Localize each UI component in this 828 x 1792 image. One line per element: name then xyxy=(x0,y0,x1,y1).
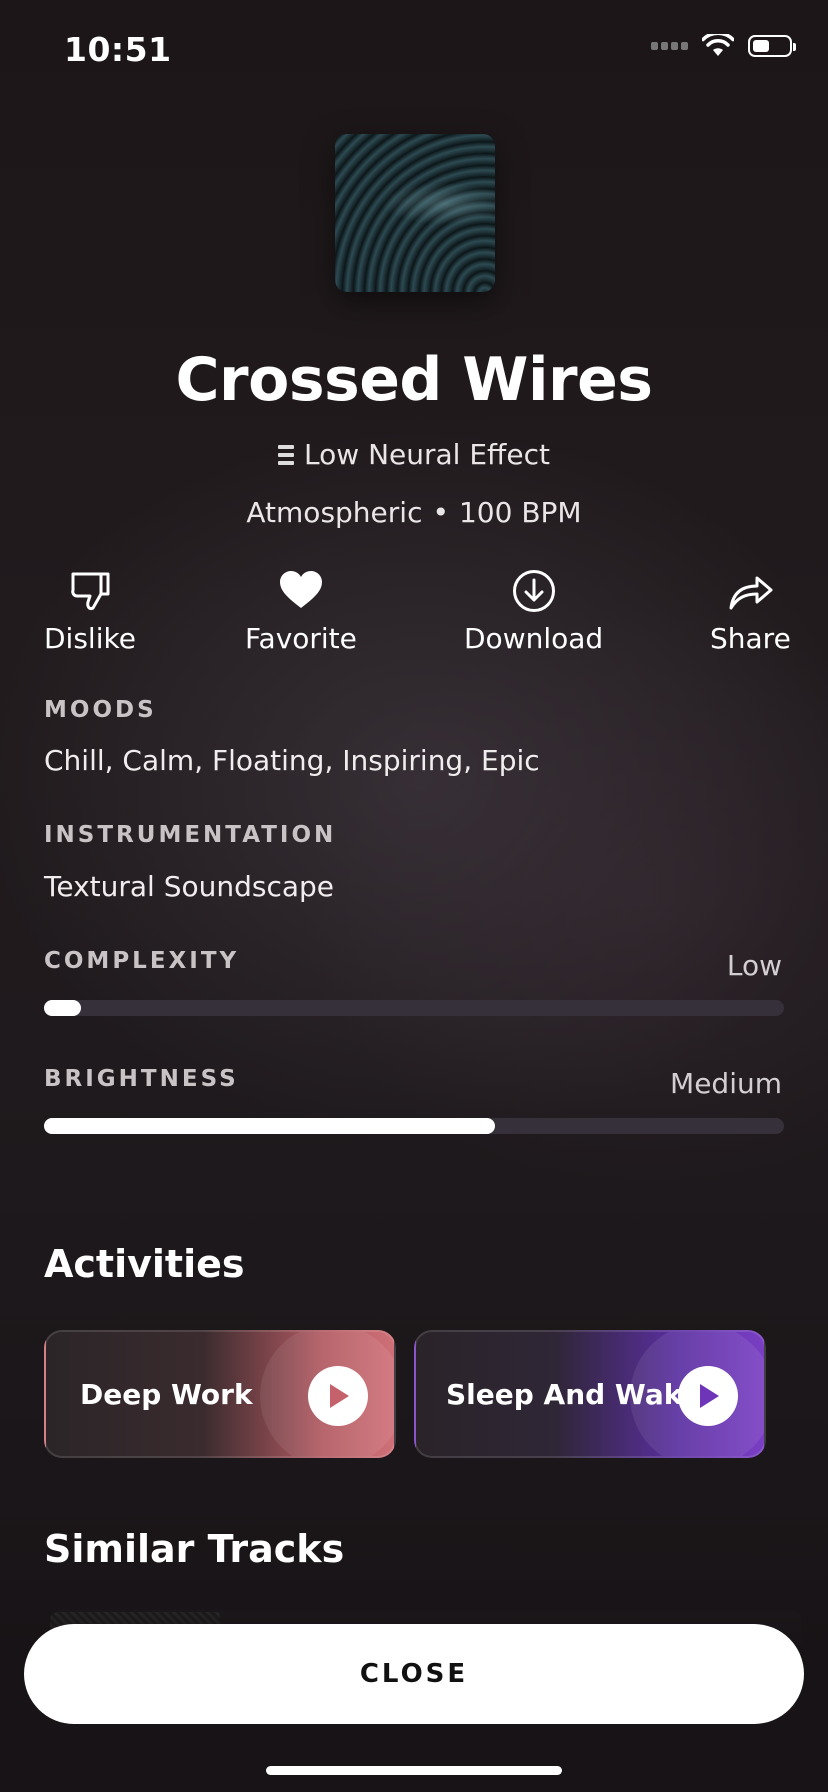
moods-value: Chill, Calm, Floating, Inspiring, Epic xyxy=(44,744,540,777)
neural-effect-label: Low Neural Effect xyxy=(304,438,550,471)
neural-effect: Low Neural Effect xyxy=(0,438,828,471)
play-button[interactable] xyxy=(308,1366,368,1426)
brightness-level: Medium xyxy=(670,1067,782,1100)
favorite-button[interactable]: Favorite xyxy=(245,568,357,655)
genre-label: Atmospheric xyxy=(246,496,423,529)
download-icon xyxy=(512,570,555,612)
thumbs-down-icon xyxy=(71,572,110,610)
close-button[interactable]: CLOSE xyxy=(24,1624,804,1724)
instrumentation-label: INSTRUMENTATION xyxy=(44,822,337,848)
instrumentation-value: Textural Soundscape xyxy=(44,870,335,903)
bpm-label: 100 BPM xyxy=(458,496,582,529)
action-bar: Dislike Favorite Download Share xyxy=(0,568,828,655)
download-button[interactable]: Download xyxy=(464,568,603,655)
activity-label: Sleep And Wake xyxy=(446,1378,701,1411)
play-icon xyxy=(700,1384,719,1408)
complexity-label: COMPLEXITY xyxy=(44,948,240,974)
brightness-label: BRIGHTNESS xyxy=(44,1066,239,1092)
brightness-meter-fill xyxy=(44,1118,496,1134)
share-icon xyxy=(729,576,773,610)
dislike-label: Dislike xyxy=(44,622,136,655)
status-time: 10:51 xyxy=(64,30,172,69)
brightness-meter xyxy=(44,1118,784,1134)
status-bar: 10:51 xyxy=(0,0,828,100)
complexity-level: Low xyxy=(726,949,782,982)
wifi-icon xyxy=(702,34,734,56)
cellular-signal-icon xyxy=(651,42,688,50)
share-button[interactable]: Share xyxy=(710,568,791,655)
complexity-meter xyxy=(44,1000,784,1016)
track-title: Crossed Wires xyxy=(175,345,653,415)
play-button[interactable] xyxy=(678,1366,738,1426)
status-icons xyxy=(651,34,796,58)
download-label: Download xyxy=(464,622,604,655)
favorite-label: Favorite xyxy=(245,622,357,655)
home-indicator xyxy=(266,1766,562,1775)
moods-label: MOODS xyxy=(44,697,157,723)
play-icon xyxy=(330,1384,349,1408)
activities-heading: Activities xyxy=(44,1242,245,1286)
effect-level-icon xyxy=(278,444,295,465)
meta-separator: • xyxy=(432,496,449,529)
dislike-button[interactable]: Dislike xyxy=(44,568,136,655)
complexity-meter-fill xyxy=(44,1000,81,1016)
track-artwork xyxy=(335,134,495,292)
track-meta: Atmospheric • 100 BPM xyxy=(0,496,828,529)
activity-card-deep-work[interactable]: Deep Work xyxy=(44,1330,396,1458)
activity-label: Deep Work xyxy=(80,1378,253,1411)
battery-icon xyxy=(748,35,796,57)
activity-card-sleep-and-wake[interactable]: Sleep And Wake xyxy=(414,1330,766,1458)
heart-icon xyxy=(279,571,322,608)
share-label: Share xyxy=(710,622,791,655)
